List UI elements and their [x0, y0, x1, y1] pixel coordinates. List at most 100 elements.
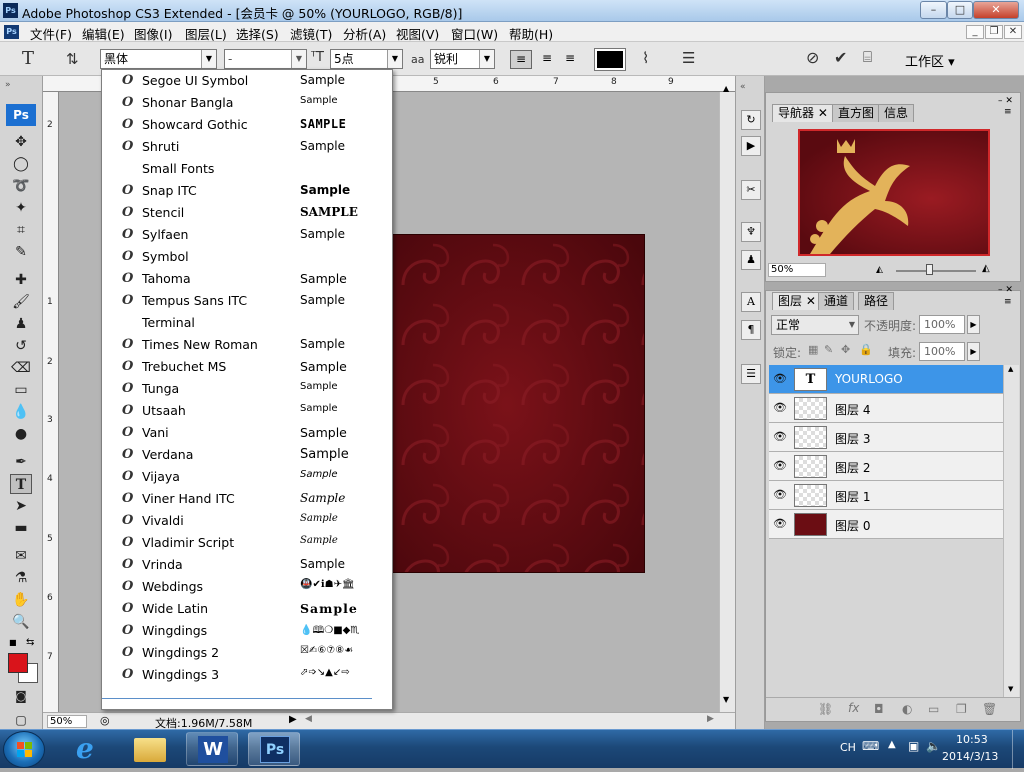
font-item[interactable]: O Viner Hand ITC Sample — [102, 488, 376, 510]
clone-stamp-tool-icon[interactable]: ♟ — [10, 314, 32, 334]
navigator-zoom-field[interactable]: 50% — [768, 263, 826, 277]
scroll-up-icon[interactable]: ▲ — [723, 84, 729, 93]
character-panel-icon[interactable]: ☰ — [682, 49, 695, 67]
font-item[interactable]: O Shruti Sample — [102, 136, 376, 158]
taskbar-ie[interactable]: e — [64, 732, 116, 766]
new-group-icon[interactable]: ▭ — [928, 702, 939, 716]
eye-visibility-icon[interactable]: 👁 — [771, 400, 789, 416]
font-item[interactable]: O Vivaldi Sample — [102, 510, 376, 532]
file-browser-icon[interactable]: ⌸ — [863, 48, 872, 66]
taskbar-explorer[interactable] — [124, 732, 176, 766]
brush-tool-icon[interactable]: 🖌 — [10, 292, 32, 312]
navigator-zoom-slider[interactable] — [896, 270, 976, 272]
menu-filter[interactable]: 滤镜(T) — [290, 24, 332, 43]
font-item[interactable]: O Tempus Sans ITC Sample — [102, 290, 376, 312]
tab-info[interactable]: 信息 — [878, 104, 915, 122]
close-button[interactable]: ✕ — [973, 1, 1019, 19]
commit-edit-icon[interactable]: ✔ — [834, 48, 847, 67]
eye-visibility-icon[interactable]: 👁 — [771, 371, 789, 387]
antialias-select[interactable]: 锐利 ▼ — [430, 49, 495, 69]
font-item[interactable]: O Webdings 🚇✔ℹ☗✈🏛 — [102, 576, 376, 598]
menu-file[interactable]: 文件(F) — [30, 24, 72, 43]
zoom-level-field[interactable]: 50% — [47, 715, 87, 728]
clone-source-icon[interactable]: ♟ — [741, 250, 761, 270]
fill-field[interactable]: 100% — [919, 342, 965, 361]
navigator-thumbnail[interactable] — [798, 129, 990, 256]
document-icon[interactable]: Ps — [4, 25, 19, 39]
eyedropper-tool-icon[interactable]: ⚗ — [10, 568, 32, 588]
tab-paths[interactable]: 路径 — [858, 292, 895, 310]
doc-restore-button[interactable]: ❐ — [985, 25, 1003, 39]
character-panel-icon[interactable]: A — [741, 292, 761, 312]
align-right-button[interactable]: ≡ — [559, 50, 581, 69]
font-item[interactable]: Small Fonts — [102, 158, 376, 180]
opacity-slider-button[interactable]: ▶ — [967, 315, 980, 334]
panel-close-icon[interactable]: – ✕ — [998, 96, 1013, 106]
menu-analysis[interactable]: 分析(A) — [343, 24, 386, 43]
dodge-tool-icon[interactable]: ● — [10, 424, 32, 444]
cancel-edit-icon[interactable]: ⊘ — [806, 48, 819, 67]
delete-layer-icon[interactable]: 🗑 — [982, 702, 997, 716]
slice-tool-icon[interactable]: ✎ — [10, 242, 32, 262]
fill-slider-button[interactable]: ▶ — [967, 342, 980, 361]
layer-row[interactable]: 👁 图层 4 — [769, 394, 1003, 423]
eye-visibility-icon[interactable]: 👁 — [771, 516, 789, 532]
layer-row[interactable]: 👁 图层 3 — [769, 423, 1003, 452]
doc-minimize-button[interactable]: _ — [966, 25, 984, 39]
move-tool-icon[interactable]: ✥ — [10, 132, 32, 152]
scroll-down-icon[interactable]: ▼ — [723, 695, 729, 704]
path-selection-tool-icon[interactable]: ➤ — [10, 496, 32, 516]
font-item[interactable]: O Snap ITC Sample — [102, 180, 376, 202]
menu-view[interactable]: 视图(V) — [396, 24, 439, 43]
panel-menu-icon[interactable]: ≡ — [1004, 297, 1012, 307]
canvas-vertical-scrollbar[interactable]: ▲ ▼ — [719, 84, 735, 712]
font-item[interactable]: O Segoe UI Symbol Sample — [102, 70, 376, 92]
marquee-tool-icon[interactable]: ◯ — [10, 154, 32, 174]
keyboard-icon[interactable]: ⌨ — [862, 739, 879, 753]
font-item[interactable]: O Shonar Bangla Sample — [102, 92, 376, 114]
align-center-button[interactable]: ≡ — [536, 50, 558, 69]
font-family-select[interactable]: 黑体 ▼ — [100, 49, 217, 69]
tool-presets-icon[interactable]: ✂ — [741, 180, 761, 200]
eye-visibility-icon[interactable]: 👁 — [771, 487, 789, 503]
new-layer-icon[interactable]: ❐ — [956, 702, 967, 716]
tab-layers[interactable]: 图层 ✕ — [772, 292, 822, 310]
font-item[interactable]: O Tunga Sample — [102, 378, 376, 400]
font-item[interactable]: O Wingdings 💧🕮❍■◆♏ — [102, 620, 376, 642]
eye-visibility-icon[interactable]: 👁 — [771, 429, 789, 445]
font-item[interactable]: O Wingdings 3 ⬀➩↘▲↙⇨ — [102, 664, 376, 686]
status-arrow-icon[interactable]: ▶ — [289, 714, 297, 725]
pen-tool-icon[interactable]: ✒ — [10, 452, 32, 472]
text-orientation-toggle-icon[interactable]: ⇅ — [66, 50, 79, 68]
healing-brush-tool-icon[interactable]: ✚ — [10, 270, 32, 290]
layers-scrollbar[interactable]: ▲ ▼ — [1003, 365, 1019, 697]
history-panel-icon[interactable]: ↻ — [741, 110, 761, 130]
show-desktop-button[interactable] — [1012, 730, 1024, 769]
notes-tool-icon[interactable]: ✉ — [10, 546, 32, 566]
text-color-swatch[interactable] — [594, 48, 626, 71]
menu-select[interactable]: 选择(S) — [236, 24, 279, 43]
foreground-color-swatch[interactable] — [8, 653, 28, 673]
screen-mode-icon[interactable]: ▢ — [10, 710, 32, 730]
taskbar-photoshop[interactable]: Ps — [248, 732, 300, 766]
font-style-select[interactable]: - ▼ — [224, 49, 307, 69]
clock-date[interactable]: 2014/3/13 — [942, 750, 998, 763]
font-item[interactable]: O Vijaya Sample — [102, 466, 376, 488]
zoom-slider-thumb[interactable] — [926, 264, 933, 275]
brushes-panel-icon[interactable]: ♆ — [741, 222, 761, 242]
layer-comps-icon[interactable]: ☰ — [741, 364, 761, 384]
font-item[interactable]: O Utsaah Sample — [102, 400, 376, 422]
blur-tool-icon[interactable]: 💧 — [10, 402, 32, 422]
type-tool-icon[interactable]: T — [10, 474, 32, 494]
font-item[interactable]: O Vani Sample — [102, 422, 376, 444]
font-size-select[interactable]: 5点 ▼ — [330, 49, 403, 69]
scroll-down-icon[interactable]: ▼ — [1008, 685, 1013, 693]
layer-row[interactable]: 👁 图层 2 — [769, 452, 1003, 481]
font-item[interactable]: O Sylfaen Sample — [102, 224, 376, 246]
layer-style-icon[interactable]: fx — [848, 701, 859, 715]
status-menu-icon[interactable]: ◎ — [100, 714, 110, 727]
photoshop-logo-icon[interactable]: Ps — [6, 104, 36, 126]
font-item[interactable]: O Stencil SAMPLE — [102, 202, 376, 224]
link-layers-icon[interactable]: ⛓ — [818, 702, 833, 716]
eraser-tool-icon[interactable]: ⌫ — [10, 358, 32, 378]
